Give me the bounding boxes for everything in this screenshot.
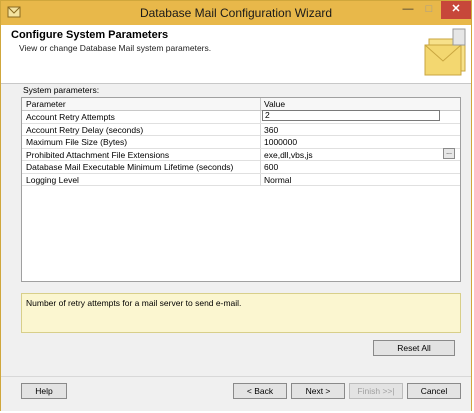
row-divider xyxy=(260,173,261,186)
ellipsis-button[interactable]: ... xyxy=(443,147,455,159)
description-panel: Number of retry attempts for a mail serv… xyxy=(21,293,461,333)
help-button[interactable]: Help xyxy=(21,383,67,399)
table-row[interactable]: Database Mail Executable Minimum Lifetim… xyxy=(22,161,460,174)
parameter-value[interactable]: exe,dll,vbs,js xyxy=(264,150,313,160)
cancel-button[interactable]: Cancel xyxy=(407,383,461,399)
column-divider[interactable] xyxy=(260,98,261,110)
parameter-name: Maximum File Size (Bytes) xyxy=(26,137,128,147)
page-subtitle: View or change Database Mail system para… xyxy=(19,43,212,53)
close-button[interactable]: ✕ xyxy=(441,1,471,19)
account-retry-attempts-input[interactable]: 2 xyxy=(262,110,440,121)
parameter-name: Logging Level xyxy=(26,174,79,185)
row-divider xyxy=(260,123,261,136)
table-row[interactable]: Maximum File Size (Bytes) 1000000 xyxy=(22,136,460,149)
column-header-value[interactable]: Value xyxy=(264,99,285,109)
reset-all-button[interactable]: Reset All xyxy=(373,340,455,356)
row-divider xyxy=(260,111,261,123)
next-button[interactable]: Next > xyxy=(291,383,345,399)
table-row[interactable]: Account Retry Attempts 2 xyxy=(22,110,460,124)
row-divider xyxy=(260,148,261,161)
title-bar: Database Mail Configuration Wizard — □ ✕ xyxy=(1,1,471,25)
content-area: System parameters: Parameter Value Accou… xyxy=(1,84,471,376)
column-header-parameter[interactable]: Parameter xyxy=(26,99,66,109)
back-button[interactable]: < Back xyxy=(233,383,287,399)
row-divider xyxy=(260,161,261,173)
parameters-grid: Parameter Value Account Retry Attempts 2… xyxy=(21,97,461,282)
mail-folder-icon xyxy=(424,28,466,76)
wizard-footer: Help < Back Next > Finish >>| Cancel xyxy=(1,376,471,411)
parameter-value[interactable]: 1000000 xyxy=(264,137,297,147)
page-header: Configure System Parameters View or chan… xyxy=(1,25,471,84)
page-title: Configure System Parameters xyxy=(11,29,169,41)
finish-button[interactable]: Finish >>| xyxy=(349,383,403,399)
parameter-value[interactable]: 360 xyxy=(264,125,278,135)
table-row[interactable]: Logging Level Normal xyxy=(22,173,460,186)
maximize-button[interactable]: □ xyxy=(419,1,439,19)
row-divider xyxy=(260,136,261,148)
parameter-name: Account Retry Delay (seconds) xyxy=(26,124,144,135)
table-row[interactable]: Prohibited Attachment File Extensions ex… xyxy=(22,147,460,161)
description-text: Number of retry attempts for a mail serv… xyxy=(26,298,242,308)
table-row[interactable]: Account Retry Delay (seconds) 360 xyxy=(22,123,460,136)
system-parameters-label: System parameters: xyxy=(23,85,100,95)
parameter-name: Prohibited Attachment File Extensions xyxy=(26,149,170,160)
minimize-button[interactable]: — xyxy=(397,1,419,19)
parameter-value[interactable]: Normal xyxy=(264,175,291,185)
parameter-name: Account Retry Attempts xyxy=(26,112,115,122)
parameter-value[interactable]: 600 xyxy=(264,162,278,172)
wizard-window: Database Mail Configuration Wizard — □ ✕… xyxy=(0,0,472,411)
parameter-name: Database Mail Executable Minimum Lifetim… xyxy=(26,162,234,172)
